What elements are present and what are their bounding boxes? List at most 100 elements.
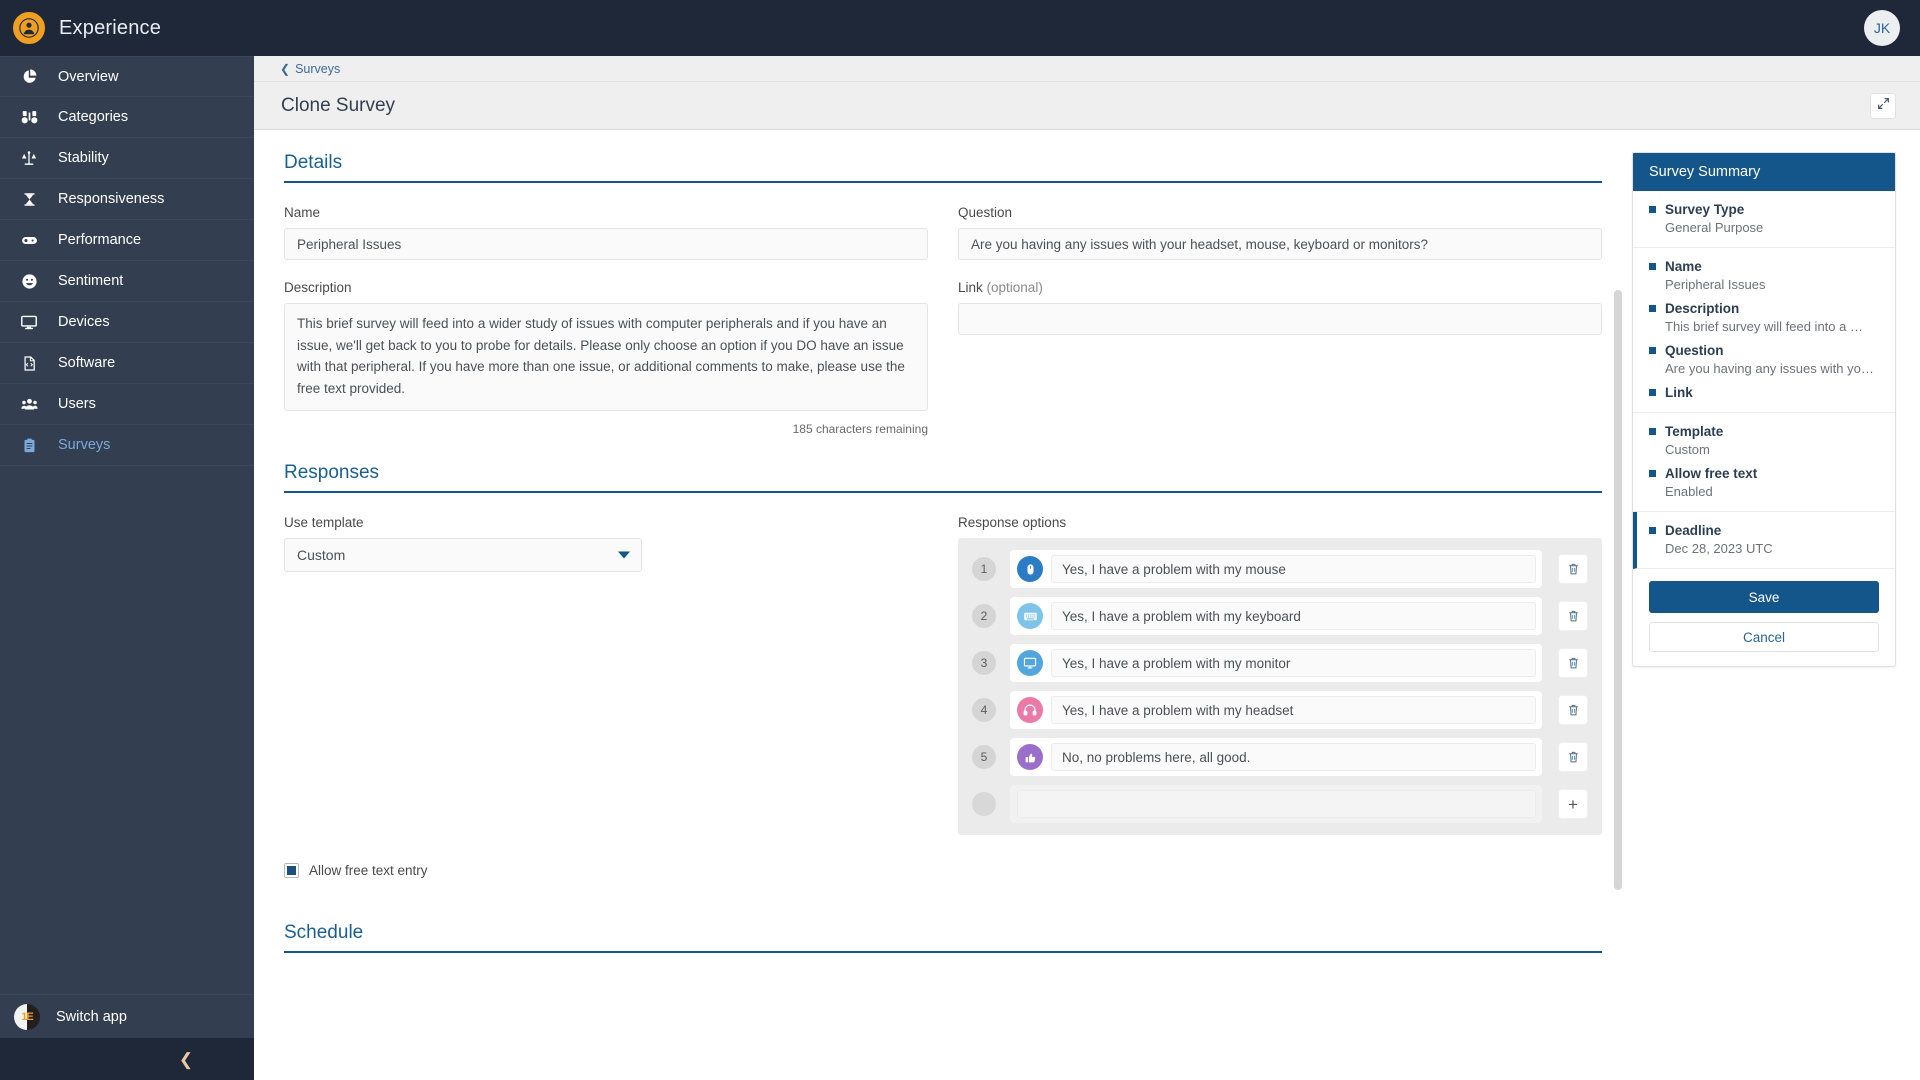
summary-group: Template Custom Allow free text Enabled	[1633, 413, 1895, 512]
option-text-input[interactable]	[1051, 743, 1536, 771]
delete-option-button[interactable]	[1558, 742, 1588, 772]
bullet-icon	[1649, 347, 1656, 354]
sidebar-item-label: Responsiveness	[58, 191, 165, 207]
option-text-input[interactable]	[1051, 602, 1536, 630]
sidebar-item-users[interactable]: Users	[0, 384, 254, 425]
details-section-title: Details	[284, 152, 1602, 183]
save-button[interactable]: Save	[1649, 581, 1879, 613]
response-options-panel: 1 Yes, I have a problem with my mouse 2 …	[958, 538, 1602, 835]
bullet-icon	[1649, 263, 1656, 270]
response-options-column: Response options 1 Yes, I have a problem…	[958, 515, 1602, 835]
details-left-column: Name Description 185 characters remainin…	[284, 205, 928, 436]
bullet-icon	[1649, 470, 1656, 477]
allow-free-text-checkbox[interactable]	[284, 863, 299, 878]
summary-key: Link	[1665, 385, 1693, 400]
sidebar-item-responsiveness[interactable]: Responsiveness	[0, 179, 254, 220]
delete-option-button[interactable]	[1558, 648, 1588, 678]
summary-item: Template Custom	[1649, 424, 1879, 457]
template-select[interactable]: Custom	[284, 538, 642, 572]
question-input[interactable]	[958, 228, 1602, 260]
summary-item: Link	[1649, 385, 1879, 400]
bullet-icon	[1649, 206, 1656, 213]
option-content	[1010, 738, 1542, 776]
sidebar-item-overview[interactable]: Overview	[0, 56, 254, 97]
breadcrumb-label: Surveys	[295, 61, 341, 76]
thumbs-up-icon[interactable]	[1017, 744, 1043, 770]
sidebar-item-categories[interactable]: Categories	[0, 97, 254, 138]
name-label: Name	[284, 205, 321, 220]
plus-icon: +	[1568, 794, 1578, 814]
response-option-row: 5	[972, 738, 1588, 776]
binoculars-icon	[18, 109, 40, 126]
question-label: Question	[958, 205, 1013, 220]
bullet-icon	[1649, 305, 1656, 312]
sidebar-collapse-button[interactable]: ❮	[0, 1038, 254, 1080]
bullet-icon	[1649, 428, 1656, 435]
summary-key: Allow free text	[1665, 466, 1758, 481]
option-number: 1	[972, 557, 996, 581]
allow-free-text-label: Allow free text entry	[309, 863, 428, 878]
link-label: Link (optional)	[958, 280, 1602, 295]
sidebar-item-label: Overview	[58, 68, 119, 85]
pie-chart-icon	[18, 68, 40, 85]
summary-key-row: Link	[1649, 385, 1879, 400]
new-option-input[interactable]	[1017, 790, 1536, 818]
file-code-icon	[18, 355, 40, 372]
summary-key-row: Name	[1649, 259, 1879, 274]
form-column: Details Name Description 185 characters …	[254, 130, 1632, 1080]
option-text-input[interactable]	[1051, 555, 1536, 583]
cancel-button[interactable]: Cancel	[1649, 622, 1879, 652]
app-root: Experience Overview Categories Stability	[0, 0, 1920, 1080]
smiley-icon	[18, 273, 40, 290]
details-right-column: Question Link (optional)	[958, 205, 1602, 436]
delete-option-button[interactable]	[1558, 554, 1588, 584]
sidebar-item-performance[interactable]: Performance	[0, 220, 254, 261]
responses-grid: Use template Custom Response options 1 Y…	[284, 515, 1602, 835]
response-option-row: 4	[972, 691, 1588, 729]
summary-item: Question Are you having any issues with …	[1649, 343, 1879, 376]
sidebar-item-devices[interactable]: Devices	[0, 302, 254, 343]
description-textarea[interactable]	[284, 303, 928, 411]
sidebar-item-label: Sentiment	[58, 273, 124, 289]
summary-item: Deadline Dec 28, 2023 UTC	[1649, 523, 1879, 556]
page-title: Clone Survey	[281, 94, 396, 116]
link-input[interactable]	[958, 303, 1602, 335]
response-option-row: 2	[972, 597, 1588, 635]
switch-app-button[interactable]: 1E Switch app	[0, 994, 254, 1038]
link-label-text: Link	[958, 280, 983, 295]
mouse-icon[interactable]	[1017, 556, 1043, 582]
avatar[interactable]: JK	[1864, 10, 1900, 46]
summary-title: Survey Summary	[1633, 153, 1895, 191]
summary-value: Are you having any issues with yo…	[1665, 361, 1874, 376]
add-option-button[interactable]: +	[1558, 789, 1588, 819]
summary-value: This brief survey will feed into a …	[1665, 319, 1863, 334]
sidebar-item-label: Categories	[58, 109, 129, 125]
delete-option-button[interactable]	[1558, 601, 1588, 631]
monitor-icon[interactable]	[1017, 650, 1043, 676]
summary-key: Question	[1665, 343, 1724, 358]
keyboard-icon[interactable]	[1017, 603, 1043, 629]
sidebar-item-stability[interactable]: Stability	[0, 138, 254, 179]
scales-icon	[18, 150, 40, 167]
scrollbar-thumb[interactable]	[1614, 290, 1622, 890]
sidebar-item-software[interactable]: Software	[0, 343, 254, 384]
expand-button[interactable]	[1870, 92, 1896, 119]
option-text-input[interactable]	[1051, 649, 1536, 677]
sidebar-item-label: Users	[58, 396, 96, 412]
topbar: JK	[254, 0, 1920, 56]
name-input[interactable]	[284, 228, 928, 260]
headset-icon[interactable]	[1017, 697, 1043, 723]
option-number: 3	[972, 651, 996, 675]
response-option-row: 3	[972, 644, 1588, 682]
summary-key-row: Template	[1649, 424, 1879, 439]
sidebar-item-surveys[interactable]: Surveys	[0, 425, 254, 466]
delete-option-button[interactable]	[1558, 695, 1588, 725]
breadcrumb[interactable]: ❮ Surveys	[280, 62, 340, 76]
switch-app-logo-text: 1E	[21, 1010, 34, 1023]
switch-app-label: Switch app	[56, 1008, 127, 1025]
option-text-input[interactable]	[1051, 696, 1536, 724]
option-number-placeholder	[972, 792, 996, 816]
sidebar-item-sentiment[interactable]: Sentiment	[0, 261, 254, 302]
sidebar-item-label: Performance	[58, 232, 142, 248]
content-scrollbar[interactable]	[1614, 170, 1622, 1070]
